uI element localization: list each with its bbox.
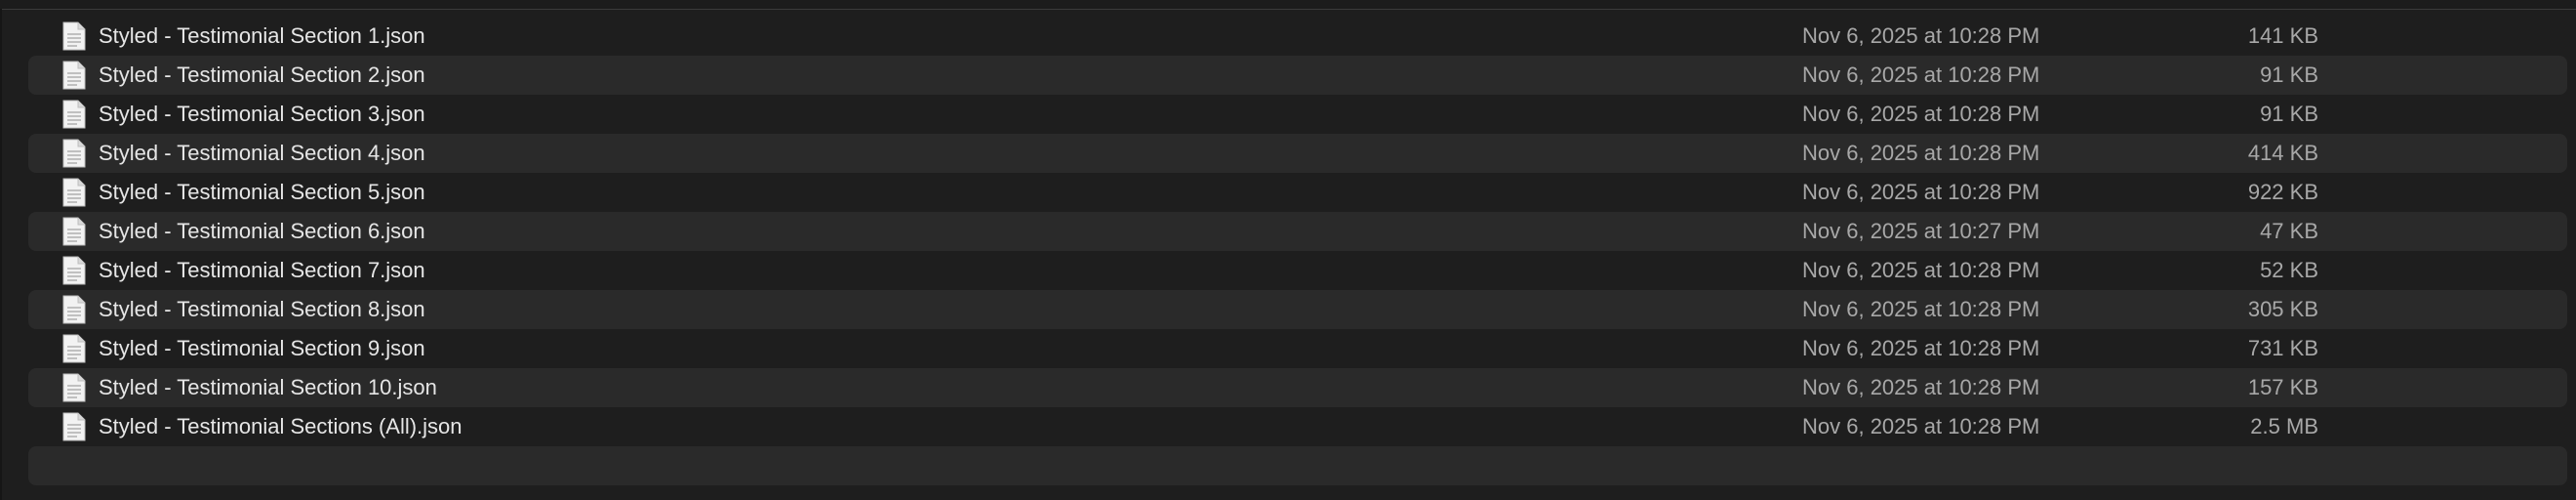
file-date-modified: Nov 6, 2025 at 10:28 PM — [1802, 141, 2040, 165]
file-list: Styled - Testimonial Section 1.json Nov … — [28, 17, 2567, 485]
file-row[interactable]: Styled - Testimonial Section 5.json Nov … — [28, 173, 2567, 212]
file-size: 141 KB — [2247, 23, 2318, 48]
file-size: 157 KB — [2247, 375, 2318, 399]
file-row[interactable]: Styled - Testimonial Section 7.json Nov … — [28, 251, 2567, 290]
column-header-divider — [0, 0, 2576, 10]
document-icon — [62, 178, 86, 207]
file-date-modified: Nov 6, 2025 at 10:28 PM — [1802, 102, 2040, 126]
file-size: 414 KB — [2247, 141, 2318, 165]
file-row[interactable]: Styled - Testimonial Sections (All).json… — [28, 407, 2567, 446]
document-icon — [62, 21, 86, 51]
file-date-modified: Nov 6, 2025 at 10:28 PM — [1802, 258, 2040, 282]
finder-window: Styled - Testimonial Section 1.json Nov … — [0, 0, 2576, 500]
file-name: Styled - Testimonial Section 7.json — [99, 258, 425, 282]
document-icon — [62, 100, 86, 129]
file-name: Styled - Testimonial Section 3.json — [99, 102, 425, 126]
file-date-modified: Nov 6, 2025 at 10:28 PM — [1802, 297, 2040, 321]
file-date-modified: Nov 6, 2025 at 10:28 PM — [1802, 23, 2040, 48]
file-name: Styled - Testimonial Section 1.json — [99, 23, 425, 48]
file-size: 922 KB — [2247, 180, 2318, 204]
document-icon — [62, 139, 86, 168]
file-row[interactable]: Styled - Testimonial Section 8.json Nov … — [28, 290, 2567, 329]
file-size: 91 KB — [2260, 62, 2318, 87]
empty-row — [28, 446, 2567, 485]
file-date-modified: Nov 6, 2025 at 10:28 PM — [1802, 336, 2040, 360]
document-icon — [62, 61, 86, 90]
file-name: Styled - Testimonial Sections (All).json — [99, 414, 463, 438]
file-date-modified: Nov 6, 2025 at 10:27 PM — [1802, 219, 2040, 243]
document-icon — [62, 373, 86, 402]
file-date-modified: Nov 6, 2025 at 10:28 PM — [1802, 414, 2040, 438]
file-name: Styled - Testimonial Section 8.json — [99, 297, 425, 321]
file-row[interactable]: Styled - Testimonial Section 4.json Nov … — [28, 134, 2567, 173]
file-name: Styled - Testimonial Section 2.json — [99, 62, 425, 87]
file-size: 305 KB — [2247, 297, 2318, 321]
file-size: 52 KB — [2260, 258, 2318, 282]
file-row[interactable]: Styled - Testimonial Section 6.json Nov … — [28, 212, 2567, 251]
document-icon — [62, 412, 86, 441]
document-icon — [62, 217, 86, 246]
file-name: Styled - Testimonial Section 4.json — [99, 141, 425, 165]
file-size: 47 KB — [2260, 219, 2318, 243]
file-size: 731 KB — [2247, 336, 2318, 360]
file-size: 91 KB — [2260, 102, 2318, 126]
file-size: 2.5 MB — [2250, 414, 2318, 438]
document-icon — [62, 295, 86, 324]
file-name: Styled - Testimonial Section 5.json — [99, 180, 425, 204]
file-row[interactable]: Styled - Testimonial Section 9.json Nov … — [28, 329, 2567, 368]
file-date-modified: Nov 6, 2025 at 10:28 PM — [1802, 180, 2040, 204]
file-row[interactable]: Styled - Testimonial Section 1.json Nov … — [28, 17, 2567, 56]
file-name: Styled - Testimonial Section 9.json — [99, 336, 425, 360]
file-name: Styled - Testimonial Section 10.json — [99, 375, 437, 399]
document-icon — [62, 334, 86, 363]
file-row[interactable]: Styled - Testimonial Section 3.json Nov … — [28, 95, 2567, 134]
window-edge — [0, 9, 2, 500]
file-row[interactable]: Styled - Testimonial Section 10.json Nov… — [28, 368, 2567, 407]
file-row[interactable]: Styled - Testimonial Section 2.json Nov … — [28, 56, 2567, 95]
file-date-modified: Nov 6, 2025 at 10:28 PM — [1802, 375, 2040, 399]
document-icon — [62, 256, 86, 285]
file-name: Styled - Testimonial Section 6.json — [99, 219, 425, 243]
file-date-modified: Nov 6, 2025 at 10:28 PM — [1802, 62, 2040, 87]
